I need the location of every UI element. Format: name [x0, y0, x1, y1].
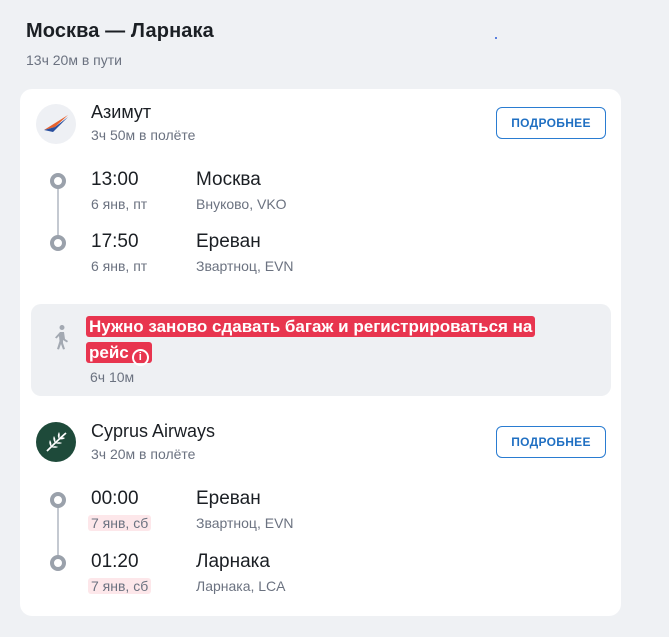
departure-date: 6 янв, пт — [91, 196, 148, 212]
azimuth-logo-icon — [36, 104, 76, 144]
departure-time: 00:00 — [91, 488, 139, 509]
timeline-dot-icon — [50, 173, 66, 189]
details-button[interactable]: ПОДРОБНЕЕ — [496, 426, 606, 458]
departure-date: 7 янв, сб — [88, 515, 152, 531]
departure-airport: Звартноц, EVN — [196, 515, 294, 531]
route-title: Москва — Ларнака — [26, 20, 214, 42]
timeline-dot-icon — [50, 492, 66, 508]
departure-time: 13:00 — [91, 169, 139, 190]
timeline-line — [57, 500, 59, 562]
flight-duration: 3ч 20м в полёте — [91, 446, 196, 462]
arrival-city: Ларнака — [196, 551, 270, 572]
route-total-duration: 13ч 20м в пути — [26, 52, 122, 68]
departure-city: Москва — [196, 169, 261, 190]
transfer-block: Нужно заново сдавать багаж и регистриров… — [31, 304, 611, 396]
airline-name: Азимут — [91, 102, 152, 122]
decorative-dot — [495, 37, 497, 39]
arrival-date: 7 янв, сб — [88, 578, 152, 594]
route-header: Москва — Ларнака 13ч 20м в пути — [26, 20, 214, 68]
departure-airport: Внуково, VKO — [196, 196, 287, 212]
flight-duration: 3ч 50м в полёте — [91, 127, 196, 143]
airline-name: Cyprus Airways — [91, 421, 216, 441]
walking-person-icon — [55, 325, 68, 350]
transfer-duration: 6ч 10м — [90, 369, 135, 385]
arrival-time: 01:20 — [91, 551, 139, 572]
departure-city: Ереван — [196, 488, 261, 509]
timeline-line — [57, 181, 59, 241]
arrival-airport: Звартноц, EVN — [196, 258, 294, 274]
details-button[interactable]: ПОДРОБНЕЕ — [496, 107, 606, 139]
arrival-city: Ереван — [196, 231, 261, 252]
cyprus-airways-logo-icon — [36, 422, 76, 462]
timeline-dot-icon — [50, 235, 66, 251]
arrival-date: 6 янв, пт — [91, 258, 148, 274]
timeline-dot-icon — [50, 555, 66, 571]
info-icon[interactable]: i — [131, 349, 149, 366]
arrival-time: 17:50 — [91, 231, 139, 252]
arrival-airport: Ларнака, LCA — [196, 578, 286, 594]
rebaggage-warning: Нужно заново сдавать багаж и регистриров… — [86, 314, 566, 366]
itinerary-card: Азимут 3ч 50м в полёте ПОДРОБНЕЕ 13:00 6… — [20, 89, 621, 616]
warning-text: Нужно заново сдавать багаж и регистриров… — [89, 317, 533, 362]
